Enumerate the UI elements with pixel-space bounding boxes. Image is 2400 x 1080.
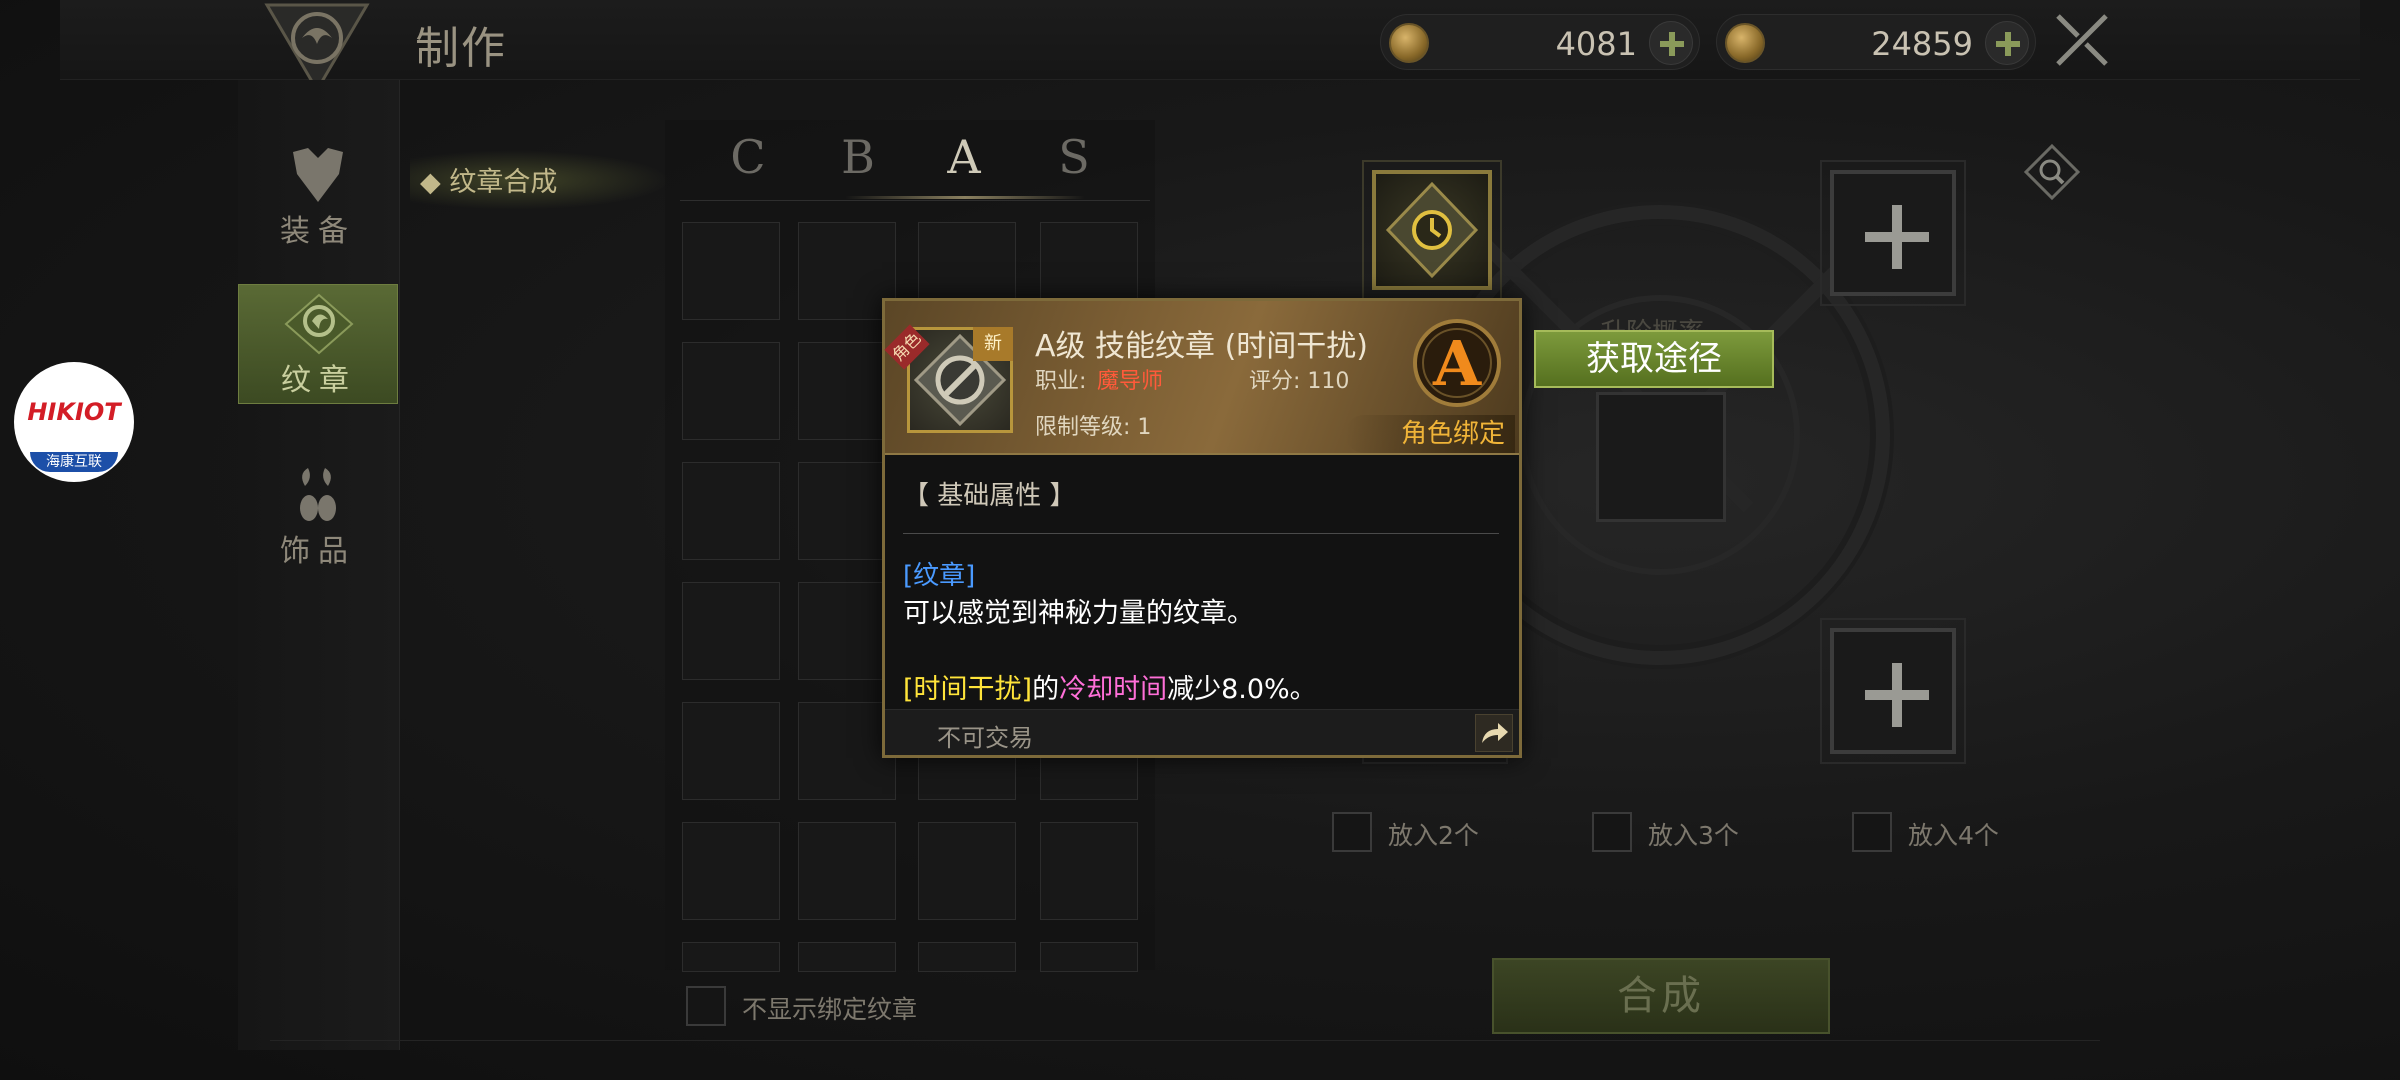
currency-amount: 24859 xyxy=(1871,25,1973,63)
emblem-slot[interactable] xyxy=(682,702,780,800)
effect-connector: 的 xyxy=(1032,674,1060,705)
currency-1: 4081 xyxy=(1380,14,1700,70)
material-slot-4[interactable] xyxy=(1820,618,1966,764)
hikiot-logo: HIKIOT 海康互联 xyxy=(14,362,134,482)
tab-divider xyxy=(680,200,1150,201)
emblem-slot[interactable] xyxy=(682,342,780,440)
material-slot-2[interactable] xyxy=(1820,160,1966,306)
emblem-slot[interactable] xyxy=(918,942,1016,972)
tab-grade-b[interactable]: B xyxy=(828,130,888,190)
effect-skill: [时间干扰] xyxy=(903,674,1033,705)
hide-bound-checkbox[interactable] xyxy=(686,986,726,1026)
item-type-tag: [纹章] xyxy=(903,561,976,591)
material-slot-1[interactable] xyxy=(1362,160,1502,300)
character-bound-label: 角色绑定 xyxy=(1345,415,1515,453)
grade-letter: A xyxy=(1432,327,1482,400)
job-value: 魔导师 xyxy=(1097,369,1164,394)
add-currency-button[interactable] xyxy=(1985,21,2029,65)
currency-2: 24859 xyxy=(1716,14,2036,70)
item-description: 可以感觉到神秘力量的纹章。 xyxy=(903,598,1254,629)
synthesize-button[interactable]: 合成 xyxy=(1492,958,1830,1034)
put-4-label: 放入4个 xyxy=(1908,821,1999,850)
search-button[interactable] xyxy=(2022,142,2082,202)
coin-icon xyxy=(1389,23,1429,63)
effect-value: 减少8.0%。 xyxy=(1167,674,1317,705)
tab-grade-a[interactable]: A xyxy=(934,130,994,190)
emblem-slot[interactable] xyxy=(1040,942,1138,972)
emblem-slot[interactable] xyxy=(682,582,780,680)
emblem-slot[interactable] xyxy=(682,942,780,972)
nav-item-emblem[interactable]: 纹章 xyxy=(238,284,398,404)
plus-icon xyxy=(1996,32,2020,56)
emblem-slot[interactable] xyxy=(798,942,896,972)
item-effect: [时间干扰]的冷却时间减少8.0%。 xyxy=(903,667,1317,706)
armor-icon xyxy=(293,148,343,202)
put-4-checkbox[interactable] xyxy=(1852,812,1892,852)
tooltip-divider xyxy=(903,533,1499,534)
trade-status: 不可交易 xyxy=(937,724,1033,752)
hide-bound-label: 不显示绑定纹章 xyxy=(742,995,918,1024)
add-currency-button[interactable] xyxy=(1649,21,1693,65)
emblem-item-icon xyxy=(1385,181,1479,279)
item-score: 评分: 110 xyxy=(1249,369,1350,394)
emblem-slot[interactable] xyxy=(798,822,896,920)
plus-icon xyxy=(1865,663,1929,727)
tab-grade-s[interactable]: S xyxy=(1044,130,1104,190)
dragon-crest-icon xyxy=(284,293,354,355)
plus-icon xyxy=(1865,205,1929,269)
nav-label: 装备 xyxy=(280,214,356,249)
plus-icon xyxy=(1660,32,1684,56)
tab-grade-c[interactable]: C xyxy=(718,130,778,190)
logo-text: HIKIOT xyxy=(27,398,121,426)
close-icon[interactable] xyxy=(2052,10,2112,70)
emblem-slot[interactable] xyxy=(682,462,780,560)
effect-stat: 冷却时间 xyxy=(1059,674,1168,705)
basic-attributes-heading: 【 基础属性 】 xyxy=(903,481,1076,511)
tooltip-header: 角色 新 A级 技能纹章 (时间干扰) 职业: 魔导师 评分: 110 限制等级… xyxy=(884,301,1519,455)
result-slot[interactable] xyxy=(1596,392,1726,522)
bottom-divider xyxy=(270,1040,2100,1041)
active-tab-underline xyxy=(845,196,1085,199)
nav-label: 纹章 xyxy=(281,363,357,398)
job-label: 职业: xyxy=(1035,369,1087,394)
nav-label: 饰品 xyxy=(280,534,356,569)
level-requirement: 限制等级: 1 xyxy=(1035,415,1152,440)
share-arrow-icon xyxy=(1482,723,1508,743)
item-tooltip: 角色 新 A级 技能纹章 (时间干扰) 职业: 魔导师 评分: 110 限制等级… xyxy=(882,298,1522,758)
put-3-label: 放入3个 xyxy=(1648,821,1739,850)
emblem-slot[interactable] xyxy=(918,822,1016,920)
dragon-emblem-icon xyxy=(264,3,370,92)
share-button[interactable] xyxy=(1475,714,1513,752)
nav-item-accessory[interactable]: 饰品 xyxy=(238,456,398,576)
logo-subtext: 海康互联 xyxy=(30,452,118,472)
gold-coin-icon xyxy=(1725,23,1765,63)
put-3-checkbox[interactable] xyxy=(1592,812,1632,852)
put-2-checkbox[interactable] xyxy=(1332,812,1372,852)
emblem-slot[interactable] xyxy=(1040,822,1138,920)
put-2-label: 放入2个 xyxy=(1388,821,1479,850)
new-tag: 新 xyxy=(973,327,1013,361)
game-screen: 制作 4081 24859 装备 纹章 饰品 ◆ 纹章合成 C B A S 不显… xyxy=(0,0,2400,1080)
nav-item-equipment[interactable]: 装备 xyxy=(238,136,398,256)
acquire-source-button[interactable]: 获取途径 xyxy=(1534,330,1774,388)
emblem-slot[interactable] xyxy=(682,222,780,320)
grade-badge: A xyxy=(1405,311,1509,415)
accessory-icon xyxy=(300,468,336,521)
currency-amount: 4081 xyxy=(1555,25,1637,63)
item-name: A级 技能纹章 (时间干扰) xyxy=(1035,329,1369,364)
search-icon xyxy=(2023,143,2081,201)
page-title: 制作 xyxy=(415,23,507,74)
emblem-slot[interactable] xyxy=(682,822,780,920)
category-emblem-synthesis[interactable]: ◆ 纹章合成 xyxy=(420,160,557,199)
tooltip-footer: 不可交易 xyxy=(885,709,1519,755)
category-label: 纹章合成 xyxy=(449,167,558,198)
